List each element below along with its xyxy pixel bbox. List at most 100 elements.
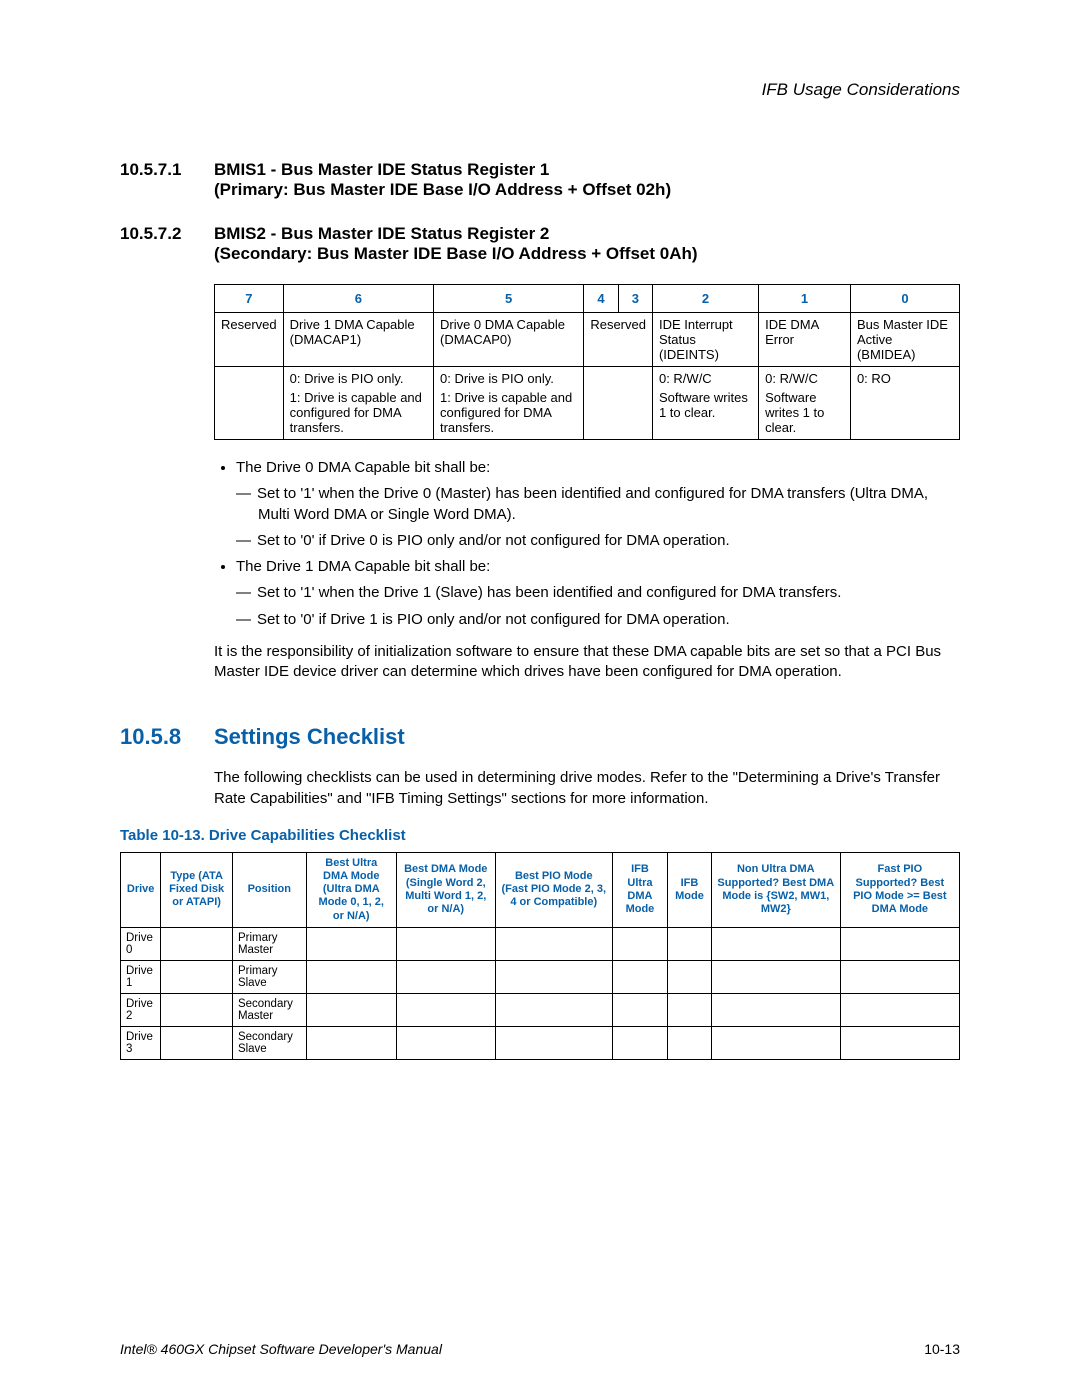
col-fast-pio: Fast PIO Supported? Best PIO Mode >= Bes… [840, 852, 959, 927]
col-position: Position [232, 852, 306, 927]
dash-list: Set to '1' when the Drive 0 (Master) has… [236, 484, 960, 551]
heading-text: Settings Checklist [214, 724, 960, 750]
cell [668, 1026, 712, 1059]
heading-number: 10.5.7.1 [120, 160, 214, 180]
cell: IDE Interrupt Status (IDEINTS) [652, 313, 758, 367]
checklist-header-row: Drive Type (ATA Fixed Disk or ATAPI) Pos… [121, 852, 960, 927]
desc-line: 1: Drive is capable and configured for D… [440, 390, 577, 435]
cell [161, 993, 233, 1026]
table-row: Drive 3 Secondary Slave [121, 1026, 960, 1059]
cell [668, 960, 712, 993]
table-caption: Table 10-13. Drive Capabilities Checklis… [120, 827, 960, 844]
cell [840, 960, 959, 993]
cell [711, 993, 840, 1026]
list-item: The Drive 1 DMA Capable bit shall be: Se… [236, 557, 960, 630]
cell [840, 1026, 959, 1059]
desc-line: 0: R/W/C [659, 371, 752, 386]
cell [215, 367, 284, 440]
cell [612, 927, 667, 960]
heading-line-1: BMIS1 - Bus Master IDE Status Register 1 [214, 160, 549, 179]
dash-list: Set to '1' when the Drive 1 (Slave) has … [236, 583, 960, 630]
cell: 0: Drive is PIO only. 1: Drive is capabl… [283, 367, 433, 440]
cell [612, 993, 667, 1026]
col-drive: Drive [121, 852, 161, 927]
heading-text: BMIS1 - Bus Master IDE Status Register 1… [214, 160, 960, 200]
footer-right: 10-13 [924, 1341, 960, 1357]
cell [612, 960, 667, 993]
cell-drive: Drive 3 [121, 1026, 161, 1059]
cell [495, 993, 612, 1026]
cell [396, 927, 495, 960]
cell [840, 993, 959, 1026]
paragraph: The following checklists can be used in … [214, 768, 960, 809]
col-ifb-ultra: IFB Ultra DMA Mode [612, 852, 667, 927]
bitfield-desc-row: 0: Drive is PIO only. 1: Drive is capabl… [215, 367, 960, 440]
heading-line-2: (Primary: Bus Master IDE Base I/O Addres… [214, 180, 671, 199]
col-best-pio: Best PIO Mode (Fast PIO Mode 2, 3, 4 or … [495, 852, 612, 927]
dash-item: Set to '0' if Drive 0 is PIO only and/or… [258, 531, 960, 551]
content: 7 6 5 4 3 2 1 0 Reserved Drive 1 DMA Cap… [214, 284, 960, 682]
cell: Drive 0 DMA Capable (DMACAP0) [433, 313, 583, 367]
desc-line: 1: Drive is capable and configured for D… [290, 390, 427, 435]
footer: Intel® 460GX Chipset Software Developer'… [120, 1341, 960, 1357]
bit-col-0: 0 [850, 285, 959, 313]
cell [396, 1026, 495, 1059]
bit-col-4: 4 [584, 285, 618, 313]
footer-left: Intel® 460GX Chipset Software Developer'… [120, 1341, 442, 1357]
bit-col-1: 1 [759, 285, 851, 313]
cell [396, 993, 495, 1026]
content: The following checklists can be used in … [214, 768, 960, 809]
dash-item: Set to '1' when the Drive 0 (Master) has… [258, 484, 960, 525]
heading-number: 10.5.7.2 [120, 224, 214, 244]
bit-col-6: 6 [283, 285, 433, 313]
cell: 0: R/W/C Software writes 1 to clear. [759, 367, 851, 440]
cell [668, 927, 712, 960]
bit-col-5: 5 [433, 285, 583, 313]
cell [396, 960, 495, 993]
cell: Drive 1 DMA Capable (DMACAP1) [283, 313, 433, 367]
cell-position: Secondary Slave [232, 1026, 306, 1059]
col-best-dma: Best DMA Mode (Single Word 2, Multi Word… [396, 852, 495, 927]
bit-col-3: 3 [618, 285, 652, 313]
table-row: Drive 1 Primary Slave [121, 960, 960, 993]
bullet-list: The Drive 0 DMA Capable bit shall be: Se… [214, 458, 960, 630]
cell-drive: Drive 0 [121, 927, 161, 960]
table-row: Drive 0 Primary Master [121, 927, 960, 960]
cell: IDE DMA Error [759, 313, 851, 367]
cell [306, 993, 396, 1026]
cell [668, 993, 712, 1026]
cell: Reserved [584, 313, 653, 367]
heading-number: 10.5.8 [120, 724, 214, 750]
running-header: IFB Usage Considerations [120, 80, 960, 100]
cell [584, 367, 653, 440]
table-row: Drive 2 Secondary Master [121, 993, 960, 1026]
cell-drive: Drive 1 [121, 960, 161, 993]
cell [711, 1026, 840, 1059]
cell [161, 927, 233, 960]
list-item: The Drive 0 DMA Capable bit shall be: Se… [236, 458, 960, 551]
cell [495, 1026, 612, 1059]
cell [161, 960, 233, 993]
col-ifb-mode: IFB Mode [668, 852, 712, 927]
cell [306, 1026, 396, 1059]
cell [711, 927, 840, 960]
bit-col-7: 7 [215, 285, 284, 313]
heading-10-5-8: 10.5.8 Settings Checklist [120, 724, 960, 750]
heading-line-1: BMIS2 - Bus Master IDE Status Register 2 [214, 224, 549, 243]
cell: 0: RO [850, 367, 959, 440]
desc-line: 0: Drive is PIO only. [440, 371, 577, 386]
bullet-text: The Drive 0 DMA Capable bit shall be: [236, 459, 490, 476]
bitfield-header-row: 7 6 5 4 3 2 1 0 [215, 285, 960, 313]
cell [711, 960, 840, 993]
dash-item: Set to '0' if Drive 1 is PIO only and/or… [258, 610, 960, 630]
cell [495, 927, 612, 960]
bullet-text: The Drive 1 DMA Capable bit shall be: [236, 558, 490, 575]
page: IFB Usage Considerations 10.5.7.1 BMIS1 … [0, 0, 1080, 1397]
desc-line: Software writes 1 to clear. [659, 390, 752, 420]
cell: 0: Drive is PIO only. 1: Drive is capabl… [433, 367, 583, 440]
cell [612, 1026, 667, 1059]
bit-col-2: 2 [652, 285, 758, 313]
bitfield-name-row: Reserved Drive 1 DMA Capable (DMACAP1) D… [215, 313, 960, 367]
heading-10-5-7-2: 10.5.7.2 BMIS2 - Bus Master IDE Status R… [120, 224, 960, 264]
bitfield-table: 7 6 5 4 3 2 1 0 Reserved Drive 1 DMA Cap… [214, 284, 960, 440]
